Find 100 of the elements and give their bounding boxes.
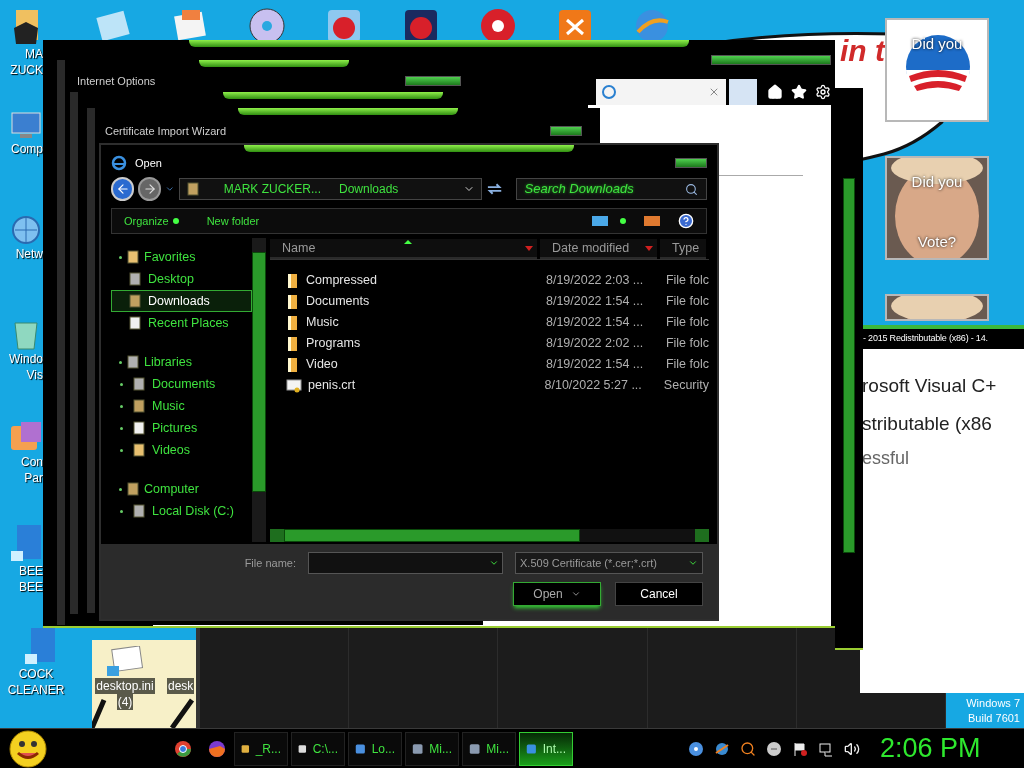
browser-icon[interactable] xyxy=(174,739,192,758)
nav-item[interactable]: Computer xyxy=(111,478,252,500)
settings-icon[interactable] xyxy=(815,84,831,100)
nav-item[interactable]: Music xyxy=(111,395,252,417)
nav-item[interactable]: Recent Places xyxy=(111,312,252,334)
volume-icon[interactable] xyxy=(844,740,860,757)
program-icon xyxy=(355,741,366,756)
refresh-icon[interactable] xyxy=(486,181,504,197)
taskbar-button[interactable]: _R... xyxy=(234,731,288,766)
folder-icon xyxy=(286,293,300,310)
network-icon[interactable] xyxy=(818,740,834,757)
file-row[interactable]: Music 8/19/2022 1:54 ... File folc xyxy=(270,312,709,333)
watermark-text: Build 7601 xyxy=(968,711,1020,726)
search-field[interactable]: Search Downloads xyxy=(515,178,707,200)
column-header[interactable]: Name xyxy=(270,239,537,259)
folder-icon xyxy=(126,250,140,264)
caret-icon[interactable] xyxy=(489,558,499,568)
folder-icon xyxy=(132,504,146,518)
nav-item[interactable]: Desktop xyxy=(111,268,252,290)
forward-button[interactable] xyxy=(138,177,162,201)
sort-icon xyxy=(403,240,412,244)
taskbar-button[interactable]: Lo... xyxy=(348,731,402,766)
column-header[interactable]: Date modified xyxy=(540,239,657,259)
taskbar-button[interactable]: Mi... xyxy=(462,731,516,766)
nav-item[interactable]: Videos xyxy=(111,439,252,461)
file-row[interactable]: Compressed 8/19/2022 2:03 ... File folc xyxy=(270,270,709,291)
folder-icon xyxy=(286,335,300,352)
taskbar-button[interactable]: C:\... xyxy=(291,731,345,766)
file-type-dropdown[interactable]: X.509 Certificate (*.cer;*.crt) xyxy=(515,552,703,574)
logo-drawing xyxy=(905,34,971,100)
address-bar[interactable]: MARK ZUCKER... Downloads xyxy=(178,178,483,200)
file-row[interactable]: Video 8/19/2022 1:54 ... File folc xyxy=(270,354,709,375)
window-controls[interactable] xyxy=(405,76,461,87)
cloud-text: in t xyxy=(840,36,885,66)
browser-icon xyxy=(602,85,616,99)
browser-tab[interactable] xyxy=(596,79,726,105)
file-icon[interactable] xyxy=(105,646,145,678)
home-icon[interactable] xyxy=(767,84,783,100)
scrollbar[interactable] xyxy=(843,178,855,553)
window-title: Open xyxy=(135,155,162,171)
window-controls[interactable] xyxy=(550,126,582,137)
folder-icon xyxy=(128,294,142,308)
icon-label[interactable]: desktop.ini xyxy=(95,678,155,694)
search-icon[interactable] xyxy=(740,740,756,757)
nav-item[interactable]: Libraries xyxy=(111,351,252,373)
horizontal-scrollbar[interactable] xyxy=(270,529,709,542)
column-header[interactable]: Type xyxy=(660,239,706,259)
certificate-icon xyxy=(286,378,302,393)
browser-icon xyxy=(111,155,127,171)
clock[interactable]: 2:06 PM xyxy=(880,728,981,768)
help-icon[interactable] xyxy=(678,213,694,229)
folder-icon xyxy=(128,272,142,286)
scrollbar[interactable] xyxy=(252,238,266,542)
gadget-text: Did you xyxy=(910,174,964,189)
watermark-text: Windows 7 xyxy=(966,696,1020,711)
taskbar-button[interactable]: Int... xyxy=(519,731,573,766)
folder-icon xyxy=(286,314,300,331)
nav-item[interactable]: Documents xyxy=(111,373,252,395)
caret-icon[interactable] xyxy=(525,245,533,251)
gadget-text: Vote? xyxy=(916,234,958,249)
caret-icon[interactable] xyxy=(570,589,581,599)
caret-icon[interactable] xyxy=(688,558,698,568)
installer-heading: stributable (x86 xyxy=(862,412,993,436)
smiley-icon[interactable] xyxy=(8,729,48,768)
folder-icon xyxy=(132,399,146,413)
program-icon xyxy=(526,741,537,756)
network-icon[interactable] xyxy=(688,740,704,757)
breadcrumb-item[interactable]: MARK ZUCKER... xyxy=(223,180,321,198)
breadcrumb-item[interactable]: Downloads xyxy=(339,180,399,198)
open-button[interactable]: Open xyxy=(513,582,601,606)
caret-icon[interactable] xyxy=(645,245,653,251)
file-row[interactable]: Documents 8/19/2022 1:54 ... File folc xyxy=(270,291,709,312)
window-title: Internet Options xyxy=(77,74,156,89)
globe-icon[interactable] xyxy=(9,214,42,246)
back-button[interactable] xyxy=(111,177,135,201)
flag-icon[interactable] xyxy=(792,740,808,757)
toolbar-button[interactable]: Organize xyxy=(124,212,169,230)
nav-item[interactable]: Downloads xyxy=(111,290,252,312)
window-title: - 2015 Redistributable (x86) - 14. xyxy=(863,332,988,346)
file-name-field[interactable] xyxy=(308,552,503,574)
folder-icon xyxy=(126,355,140,369)
file-row[interactable]: Programs 8/19/2022 2:02 ... File folc xyxy=(270,333,709,354)
installer-heading: rosoft Visual C+ xyxy=(862,374,998,398)
nav-item[interactable]: Favorites xyxy=(111,246,252,268)
folder-icon xyxy=(132,421,146,435)
close-icon[interactable] xyxy=(708,86,720,98)
nav-item[interactable]: Local Disk (C:) xyxy=(111,500,252,522)
toolbar-button[interactable]: New folder xyxy=(206,212,260,230)
shortcut-icon[interactable] xyxy=(8,523,43,563)
field-label: File name: xyxy=(244,555,296,571)
forward-arrow-icon xyxy=(142,182,157,196)
favorites-icon[interactable] xyxy=(791,84,807,100)
taskbar-button[interactable]: Mi... xyxy=(405,731,459,766)
program-icon xyxy=(469,741,481,756)
icon-label[interactable]: desk xyxy=(167,678,195,694)
folder-icon xyxy=(286,272,300,289)
shortcut-icon[interactable] xyxy=(23,626,57,666)
file-row[interactable]: penis.crt 8/10/2022 5:27 ... Security xyxy=(270,375,709,396)
cancel-button[interactable]: Cancel xyxy=(615,582,703,606)
nav-item[interactable]: Pictures xyxy=(111,417,252,439)
